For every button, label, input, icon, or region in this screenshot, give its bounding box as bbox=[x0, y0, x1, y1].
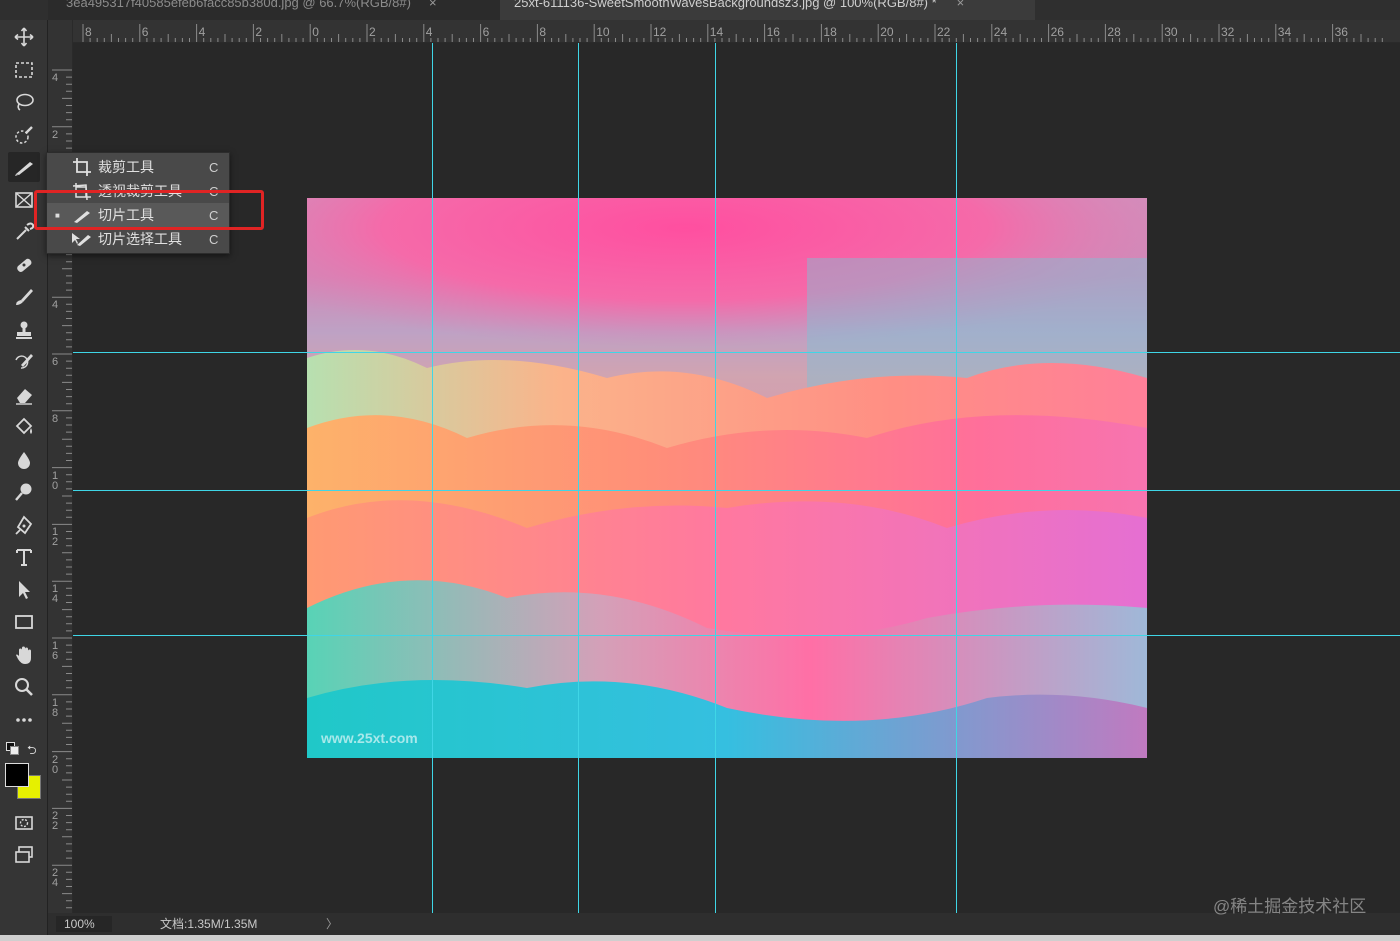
guide-vertical[interactable] bbox=[956, 43, 957, 913]
lasso-tool-icon[interactable] bbox=[8, 87, 40, 117]
ruler-tick-label: 32 bbox=[1221, 25, 1235, 39]
ruler-tick-label: 10 bbox=[51, 469, 59, 492]
guide-horizontal[interactable] bbox=[73, 352, 1400, 353]
image-watermark: www.25xt.com bbox=[321, 730, 418, 746]
eraser-tool-icon[interactable] bbox=[8, 380, 40, 410]
ruler-tick-label: 18 bbox=[823, 25, 837, 39]
path-selection-tool-icon[interactable] bbox=[8, 575, 40, 605]
move-tool-icon[interactable] bbox=[8, 22, 40, 52]
status-menu-arrow-icon[interactable]: 〉 bbox=[326, 916, 338, 932]
slice-tool-icon[interactable] bbox=[8, 152, 40, 182]
ruler-tick-label: 4 bbox=[198, 25, 206, 39]
flyout-shortcut: C bbox=[209, 159, 219, 175]
ruler-tick-label: 16 bbox=[51, 640, 59, 662]
ruler-tick-label: 24 bbox=[51, 867, 59, 890]
ruler-tick-label: 4 bbox=[51, 72, 59, 84]
guide-vertical[interactable] bbox=[432, 43, 433, 913]
ruler-tick-label: 0 bbox=[312, 25, 319, 39]
slice-select-icon bbox=[71, 229, 93, 249]
ruler-tick-label: 12 bbox=[51, 526, 59, 549]
ruler-tick-label: 6 bbox=[482, 25, 490, 39]
tab-title: 3ea495317f40585efeb6facc85b380d.jpg @ 66… bbox=[66, 0, 411, 10]
ruler-tick-label: 2 bbox=[255, 25, 263, 39]
more-tools-icon[interactable] bbox=[8, 705, 40, 735]
guide-horizontal[interactable] bbox=[73, 635, 1400, 636]
ruler-tick-label: 20 bbox=[880, 25, 894, 39]
ruler-tick-label: 22 bbox=[937, 25, 951, 39]
flyout-item-crop[interactable]: 裁剪工具 C bbox=[47, 155, 229, 179]
ruler-tick-label: 30 bbox=[1164, 25, 1178, 39]
type-tool-icon[interactable] bbox=[8, 542, 40, 572]
clone-stamp-tool-icon[interactable] bbox=[8, 315, 40, 345]
ruler-tick-label: 2 bbox=[369, 25, 376, 39]
guide-horizontal[interactable] bbox=[73, 490, 1400, 491]
ruler-tick-label: 8 bbox=[51, 412, 59, 425]
ruler-tick-label: 14 bbox=[709, 25, 724, 39]
hand-tool-icon[interactable] bbox=[8, 640, 40, 670]
blur-tool-icon[interactable] bbox=[8, 445, 40, 475]
flyout-item-slice-select[interactable]: 切片选择工具 C bbox=[47, 227, 229, 251]
ruler-tick-label: 34 bbox=[1277, 25, 1292, 39]
close-icon[interactable]: × bbox=[429, 0, 437, 9]
swap-colors-icon[interactable]: ⮌ bbox=[27, 741, 37, 762]
guide-vertical[interactable] bbox=[715, 43, 716, 913]
foreground-color-swatch[interactable] bbox=[5, 763, 29, 787]
status-bar: 100% 文档:1.35M/1.35M 〉 bbox=[48, 913, 1400, 935]
ruler-tick-label: 6 bbox=[51, 356, 59, 368]
document-image[interactable]: www.25xt.com bbox=[307, 198, 1147, 758]
pen-tool-icon[interactable] bbox=[8, 510, 40, 540]
guide-vertical[interactable] bbox=[578, 43, 579, 913]
ruler-tick-label: 22 bbox=[51, 810, 59, 833]
dodge-tool-icon[interactable] bbox=[8, 477, 40, 507]
flyout-label: 切片选择工具 bbox=[98, 231, 182, 247]
ruler-tick-label: 8 bbox=[539, 25, 547, 39]
flyout-shortcut: C bbox=[209, 231, 219, 247]
annotation-highlight-box bbox=[34, 190, 264, 230]
bottom-strip bbox=[0, 935, 1400, 941]
ruler-tick-label: 24 bbox=[993, 25, 1008, 39]
ruler-tick-label: 8 bbox=[85, 25, 92, 39]
document-tab-bar: 3ea495317f40585efeb6facc85b380d.jpg @ 66… bbox=[0, 0, 1400, 20]
ruler-tick-label: 4 bbox=[425, 25, 433, 39]
document-tab-1[interactable]: 3ea495317f40585efeb6facc85b380d.jpg @ 66… bbox=[48, 0, 503, 20]
rectangle-tool-icon[interactable] bbox=[8, 607, 40, 637]
quick-selection-tool-icon[interactable] bbox=[8, 120, 40, 150]
canvas-area[interactable]: www.25xt.com bbox=[73, 43, 1400, 913]
document-tab-2[interactable]: 25xt-611136-SweetSmoothWavesBackgroundsz… bbox=[500, 0, 1035, 20]
site-watermark: @稀土掘金技术社区 bbox=[1213, 897, 1367, 916]
ruler-tick-label: 28 bbox=[1107, 25, 1121, 39]
ruler-tick-label: 2 bbox=[51, 128, 59, 141]
screen-mode-icon[interactable] bbox=[8, 840, 40, 870]
document-info: 文档:1.35M/1.35M bbox=[160, 917, 258, 931]
zoom-level-field[interactable]: 100% bbox=[56, 916, 112, 932]
ruler-tick-label: 36 bbox=[1334, 25, 1348, 39]
zoom-tool-icon[interactable] bbox=[8, 672, 40, 702]
ruler-tick-label: 16 bbox=[766, 25, 780, 39]
ruler-tick-label: 20 bbox=[51, 753, 59, 776]
tab-title: 25xt-611136-SweetSmoothWavesBackgroundsz… bbox=[514, 0, 937, 10]
ruler-tick-label: 18 bbox=[51, 696, 59, 719]
flyout-label: 裁剪工具 bbox=[98, 159, 154, 175]
ruler-tick-label: 6 bbox=[141, 25, 149, 39]
crop-icon bbox=[71, 157, 93, 177]
ruler-tick-label: 14 bbox=[51, 583, 59, 606]
ruler-tick-label: 12 bbox=[653, 25, 667, 39]
marquee-tool-icon[interactable] bbox=[8, 55, 40, 85]
quick-mask-icon[interactable] bbox=[8, 808, 40, 838]
history-brush-tool-icon[interactable] bbox=[8, 347, 40, 377]
paint-bucket-tool-icon[interactable] bbox=[8, 412, 40, 442]
close-icon[interactable]: × bbox=[957, 0, 965, 9]
horizontal-ruler[interactable]: 8 6 4 2 0 2 4 6 8 10 12 14 16 18 20 22 24 26 28 30 32 34 36 bbox=[72, 20, 1400, 43]
brush-tool-icon[interactable] bbox=[8, 282, 40, 312]
ruler-tick-label: 10 bbox=[596, 25, 610, 39]
default-colors-icon[interactable] bbox=[6, 742, 19, 755]
tools-panel: ⮌ bbox=[0, 20, 48, 941]
ruler-tick-label: 4 bbox=[51, 299, 59, 312]
healing-brush-tool-icon[interactable] bbox=[8, 250, 40, 280]
ruler-tick-label: 26 bbox=[1050, 25, 1064, 39]
